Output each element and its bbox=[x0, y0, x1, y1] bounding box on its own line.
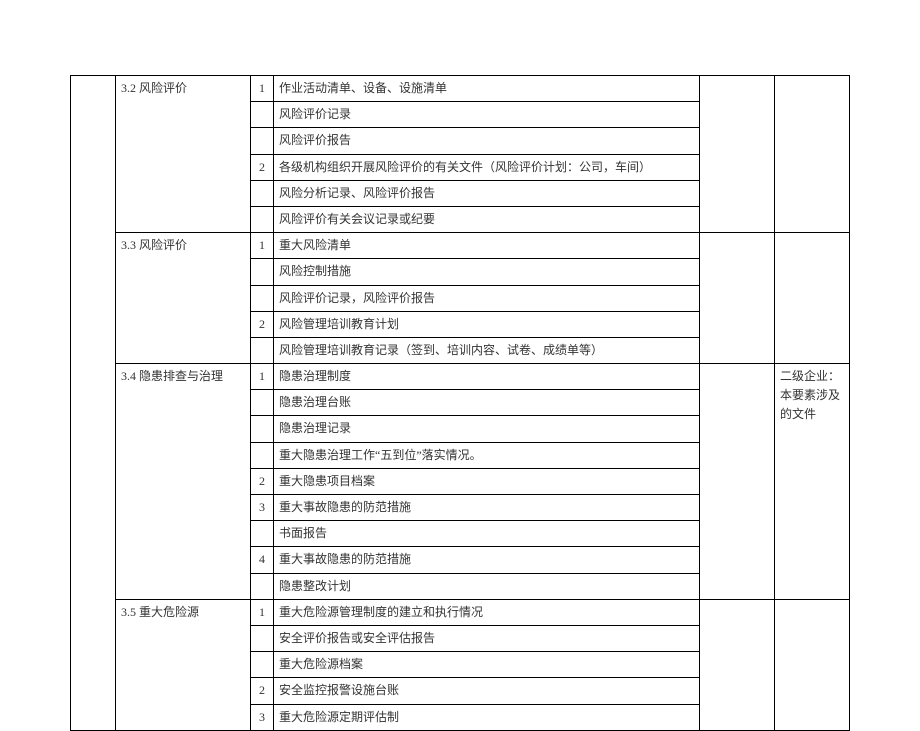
section-title: 3.3 风险评价 bbox=[116, 233, 251, 364]
row-number bbox=[251, 652, 274, 678]
row-number: 2 bbox=[251, 311, 274, 337]
row-number: 1 bbox=[251, 599, 274, 625]
row-text: 重大风险清单 bbox=[274, 233, 700, 259]
row-text: 风险管理培训教育计划 bbox=[274, 311, 700, 337]
row-number bbox=[251, 442, 274, 468]
empty-cell bbox=[700, 599, 775, 730]
row-text: 风险分析记录、风险评价报告 bbox=[274, 180, 700, 206]
row-number: 2 bbox=[251, 154, 274, 180]
row-text: 风险管理培训教育记录（签到、培训内容、试卷、成绩单等） bbox=[274, 337, 700, 363]
row-text: 重大隐患治理工作“五到位”落实情况。 bbox=[274, 442, 700, 468]
row-text: 风险评价记录，风险评价报告 bbox=[274, 285, 700, 311]
row-number: 1 bbox=[251, 76, 274, 102]
row-text: 重大危险源管理制度的建立和执行情况 bbox=[274, 599, 700, 625]
row-number: 4 bbox=[251, 547, 274, 573]
main-table: 3.2 风险评价 1 作业活动清单、设备、设施清单 风险评价记录 风险评价报告 … bbox=[70, 75, 850, 731]
row-text: 隐患治理记录 bbox=[274, 416, 700, 442]
row-text: 风险评价报告 bbox=[274, 128, 700, 154]
row-number: 1 bbox=[251, 233, 274, 259]
row-text: 风险评价有关会议记录或纪要 bbox=[274, 206, 700, 232]
category-cell bbox=[71, 76, 116, 731]
empty-cell bbox=[775, 76, 850, 233]
row-number: 1 bbox=[251, 364, 274, 390]
row-number: 3 bbox=[251, 495, 274, 521]
row-text: 重大危险源定期评估制 bbox=[274, 704, 700, 730]
row-number bbox=[251, 337, 274, 363]
row-number bbox=[251, 390, 274, 416]
empty-cell bbox=[700, 76, 775, 233]
row-number bbox=[251, 102, 274, 128]
row-number bbox=[251, 416, 274, 442]
section-title: 3.4 隐患排查与治理 bbox=[116, 364, 251, 600]
row-text: 书面报告 bbox=[274, 521, 700, 547]
row-text: 隐患治理台账 bbox=[274, 390, 700, 416]
row-number bbox=[251, 625, 274, 651]
row-text: 作业活动清单、设备、设施清单 bbox=[274, 76, 700, 102]
row-text: 隐患整改计划 bbox=[274, 573, 700, 599]
row-text: 重大事故隐患的防范措施 bbox=[274, 547, 700, 573]
row-text: 重大隐患项目档案 bbox=[274, 468, 700, 494]
table-row: 3.2 风险评价 1 作业活动清单、设备、设施清单 bbox=[71, 76, 850, 102]
row-number: 2 bbox=[251, 468, 274, 494]
row-text: 隐患治理制度 bbox=[274, 364, 700, 390]
row-number bbox=[251, 573, 274, 599]
row-number bbox=[251, 259, 274, 285]
note-cell: 二级企业：本要素涉及的文件 bbox=[775, 364, 850, 600]
row-text: 安全监控报警设施台账 bbox=[274, 678, 700, 704]
section-title: 3.2 风险评价 bbox=[116, 76, 251, 233]
row-text: 风险评价记录 bbox=[274, 102, 700, 128]
row-text: 安全评价报告或安全评估报告 bbox=[274, 625, 700, 651]
row-text: 重大事故隐患的防范措施 bbox=[274, 495, 700, 521]
empty-cell bbox=[775, 233, 850, 364]
empty-cell bbox=[775, 599, 850, 730]
row-text: 各级机构组织开展风险评价的有关文件（风险评价计划：公司，车间） bbox=[274, 154, 700, 180]
row-number: 3 bbox=[251, 704, 274, 730]
row-text: 重大危险源档案 bbox=[274, 652, 700, 678]
row-number bbox=[251, 180, 274, 206]
row-number bbox=[251, 128, 274, 154]
section-title: 3.5 重大危险源 bbox=[116, 599, 251, 730]
table-row: 3.4 隐患排查与治理 1 隐患治理制度 二级企业：本要素涉及的文件 bbox=[71, 364, 850, 390]
table-row: 3.5 重大危险源 1 重大危险源管理制度的建立和执行情况 bbox=[71, 599, 850, 625]
row-text: 风险控制措施 bbox=[274, 259, 700, 285]
row-number bbox=[251, 285, 274, 311]
row-number bbox=[251, 206, 274, 232]
empty-cell bbox=[700, 364, 775, 600]
row-number bbox=[251, 521, 274, 547]
row-number: 2 bbox=[251, 678, 274, 704]
table-row: 3.3 风险评价 1 重大风险清单 bbox=[71, 233, 850, 259]
empty-cell bbox=[700, 233, 775, 364]
